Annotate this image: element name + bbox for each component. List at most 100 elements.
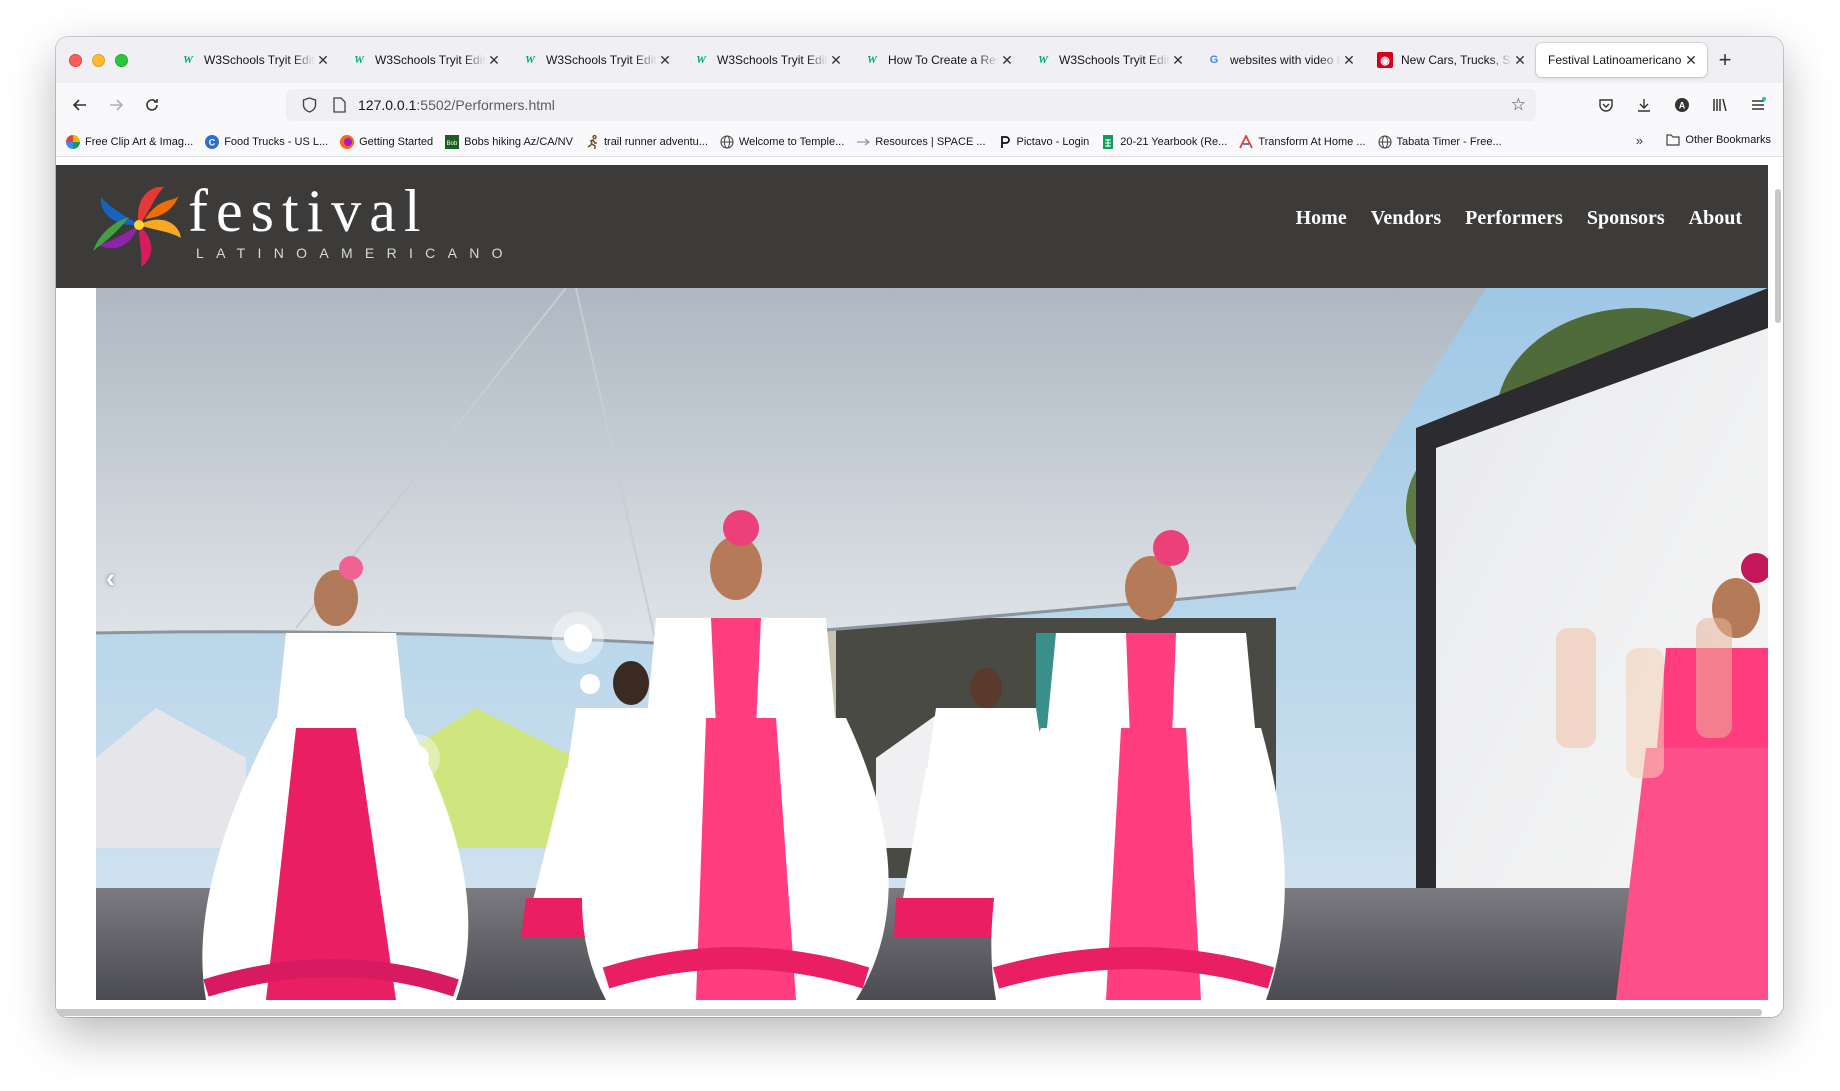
tab-strip: W W3Schools Tryit Editor ✕ W W3Schools T… [168, 37, 1743, 83]
bookmark-item[interactable]: Free Clip Art & Imag... [66, 134, 193, 149]
downloads-button[interactable] [1629, 90, 1659, 120]
globe-icon [1377, 134, 1392, 149]
browser-window: W W3Schools Tryit Editor ✕ W W3Schools T… [56, 37, 1783, 1017]
account-icon: A [1675, 98, 1689, 112]
w3schools-icon: W [867, 54, 877, 66]
download-icon [1638, 99, 1650, 112]
tab[interactable]: W How To Create a Responsive ✕ [852, 43, 1023, 77]
pinwheel-icon [66, 134, 80, 149]
nav-link-home[interactable]: Home [1296, 207, 1347, 230]
horizontal-scrollbar[interactable] [56, 1009, 1762, 1016]
tab-title: W3Schools Tryit Editor [546, 53, 657, 67]
close-tab-icon[interactable]: ✕ [315, 52, 331, 69]
minimize-window-button[interactable] [92, 53, 105, 67]
svg-text:C: C [209, 137, 216, 147]
toolbar-right: A [1591, 90, 1773, 120]
bob-icon: Bob [445, 134, 460, 149]
address-bar[interactable]: 127.0.0.1:5502/Performers.html ☆ [286, 89, 1536, 121]
shield-icon[interactable] [298, 97, 320, 113]
bookmark-item[interactable]: Bob Bobs hiking Az/CA/NV [445, 134, 573, 149]
back-button[interactable] [62, 90, 98, 120]
bookmark-label: Bobs hiking Az/CA/NV [464, 135, 573, 148]
forward-button[interactable] [98, 90, 134, 120]
hero-slideshow-image[interactable]: ‹ [96, 288, 1768, 1000]
nav-link-vendors[interactable]: Vendors [1371, 207, 1441, 230]
a-icon [1239, 134, 1254, 149]
bookmark-item[interactable]: Welcome to Temple... [720, 134, 845, 149]
bookmark-item[interactable]: 20-21 Yearbook (Re... [1101, 134, 1228, 149]
pocket-button[interactable] [1591, 90, 1621, 120]
logo-subtitle: LATINOAMERICANO [196, 245, 515, 261]
globe-icon [720, 134, 734, 149]
bookmark-label: 20-21 Yearbook (Re... [1120, 135, 1228, 148]
tab[interactable]: G websites with video h ✕ [1194, 43, 1365, 77]
vertical-scrollbar[interactable] [1775, 189, 1781, 323]
chevron-double-right-icon[interactable]: » [1636, 133, 1643, 148]
web-page: festival LATINOAMERICANO Home Vendors Pe… [56, 157, 1783, 1017]
bookmark-item[interactable]: Pictavo - Login [998, 135, 1090, 149]
bookmarks-toolbar: Free Clip Art & Imag... C Food Trucks - … [56, 127, 1783, 157]
bookmark-item[interactable]: Resources | SPACE ... [856, 135, 986, 149]
close-window-button[interactable] [69, 53, 82, 67]
close-tab-icon[interactable]: ✕ [828, 52, 844, 69]
festival-logo-icon[interactable] [89, 173, 189, 273]
site-nav: Home Vendors Performers Sponsors About [1296, 207, 1742, 230]
bookmark-item[interactable]: Getting Started [340, 134, 433, 149]
folder-icon [1666, 134, 1681, 146]
google-icon: G [1209, 54, 1219, 66]
reload-button[interactable] [134, 90, 170, 120]
menu-button[interactable] [1743, 90, 1773, 120]
close-tab-icon[interactable]: ✕ [1683, 52, 1699, 69]
window-controls [56, 53, 168, 67]
close-tab-icon[interactable]: ✕ [1341, 52, 1357, 69]
tab[interactable]: W W3Schools Tryit Editor ✕ [168, 43, 339, 77]
bookmark-label: Pictavo - Login [1016, 135, 1090, 148]
previous-slide-button[interactable]: ‹ [106, 563, 115, 594]
bookmark-label: Transform At Home ... [1258, 135, 1366, 148]
library-button[interactable] [1705, 90, 1735, 120]
back-arrow-icon [72, 99, 86, 111]
bookmark-item[interactable]: C Food Trucks - US L... [205, 134, 328, 149]
hamburger-icon [1752, 97, 1766, 110]
close-tab-icon[interactable]: ✕ [1170, 52, 1186, 69]
close-tab-icon[interactable]: ✕ [1512, 52, 1528, 69]
w3schools-icon: W [183, 54, 193, 66]
arrow-icon [856, 135, 871, 149]
tab-title: websites with video h [1230, 53, 1341, 67]
tab-title: W3Schools Tryit Editor [1059, 53, 1170, 67]
account-button[interactable]: A [1667, 90, 1697, 120]
tab[interactable]: W W3Schools Tryit Editor ✕ [510, 43, 681, 77]
bookmark-star-icon[interactable]: ☆ [1511, 95, 1526, 115]
tab[interactable]: W W3Schools Tryit Editor ✕ [1023, 43, 1194, 77]
bookmark-label: trail runner adventu... [603, 135, 708, 148]
tab[interactable]: W W3Schools Tryit Editor ✕ [681, 43, 852, 77]
bookmark-item[interactable]: Transform At Home ... [1239, 134, 1366, 149]
nav-link-performers[interactable]: Performers [1465, 207, 1563, 230]
tab[interactable]: ◉ New Cars, Trucks, SUVs ✕ [1365, 43, 1536, 77]
w3schools-icon: W [354, 54, 364, 66]
dancers-photo [96, 288, 1768, 1000]
bookmark-label: Tabata Timer - Free... [1396, 135, 1502, 148]
close-tab-icon[interactable]: ✕ [657, 52, 673, 69]
w3schools-icon: W [696, 54, 706, 66]
runner-icon [585, 134, 599, 149]
site-header: festival LATINOAMERICANO Home Vendors Pe… [56, 165, 1768, 288]
nav-link-sponsors[interactable]: Sponsors [1587, 207, 1665, 230]
tab-active[interactable]: Festival Latinoamericano ✕ [1536, 43, 1707, 77]
bookmark-label: Welcome to Temple... [738, 135, 845, 148]
svg-text:Bob: Bob [447, 141, 458, 147]
nav-link-about[interactable]: About [1689, 207, 1742, 230]
maximize-window-button[interactable] [115, 53, 128, 67]
bookmark-item[interactable]: trail runner adventu... [585, 134, 708, 149]
other-bookmarks[interactable]: Other Bookmarks [1666, 134, 1771, 146]
tab-title: How To Create a Responsive [888, 53, 999, 67]
other-bookmarks-label: Other Bookmarks [1685, 134, 1771, 146]
bookmark-item[interactable]: Tabata Timer - Free... [1377, 134, 1502, 149]
new-tab-button[interactable]: + [1707, 47, 1743, 73]
tab[interactable]: W W3Schools Tryit Editor ✕ [339, 43, 510, 77]
close-tab-icon[interactable]: ✕ [999, 52, 1015, 69]
tab-bar: W W3Schools Tryit Editor ✕ W W3Schools T… [56, 37, 1783, 83]
tab-title: W3Schools Tryit Editor [204, 53, 315, 67]
url-host: 127.0.0.1 [358, 97, 417, 113]
close-tab-icon[interactable]: ✕ [486, 52, 502, 69]
